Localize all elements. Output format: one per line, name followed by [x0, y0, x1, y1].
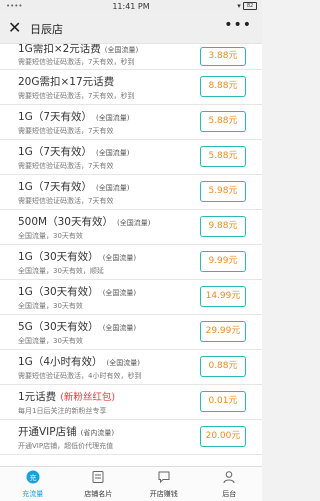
price-button[interactable]: 9.88元 [200, 216, 246, 237]
product-tag: (全国流量) [102, 289, 137, 297]
product-item: 1G需扣×2元话费 (全国流量) 需要短信验证码激活，7天有效，秒到 3.88元 [0, 44, 262, 70]
product-desc: 每月1日后关注的新粉丝专享 [18, 407, 107, 415]
price-button[interactable]: 20.00元 [200, 426, 246, 447]
charge-icon: 充 [26, 470, 40, 484]
bottom-tab-bar: 充 充流量 店铺名片 开店赚钱 后台 [0, 466, 262, 501]
product-tag: (全国流量) [102, 254, 137, 262]
product-desc: 开通VIP店铺，超低价代理充值 [18, 442, 114, 450]
tab-label: 店铺名片 [84, 490, 113, 498]
price-button[interactable]: 9.99元 [200, 251, 246, 272]
price-button[interactable]: 5.98元 [200, 181, 246, 202]
product-tag: (全国流量) [116, 219, 151, 227]
product-tag: (全国流量) [96, 114, 130, 122]
product-name: 20G需扣×17元话费 [18, 76, 115, 88]
tab-label: 开店赚钱 [149, 490, 178, 498]
product-tag: (全国流量) [102, 324, 137, 332]
status-right: ▾ 82 [237, 2, 257, 10]
product-list[interactable]: 1G需扣×2元话费 (全国流量) 需要短信验证码激活，7天有效，秒到 3.88元 … [0, 44, 262, 466]
product-name: 1元话费 (新粉丝红包) [18, 391, 116, 403]
price-button[interactable]: 3.88元 [200, 47, 246, 66]
product-name: 500M（30天有效） (全国流量) [18, 216, 151, 228]
close-icon[interactable]: ✕ [8, 18, 21, 37]
product-name: 1G（30天有效） (全国流量) [18, 286, 137, 298]
wifi-icon: ▾ [237, 2, 241, 10]
user-icon [223, 471, 235, 484]
product-item: 20G需扣×17元话费 需要短信验证码激活，7天有效，秒到 8.88元 [0, 70, 262, 105]
product-desc: 全国流量，30天有效 [18, 337, 83, 345]
product-desc: 需要短信验证码激活，7天有效 [18, 162, 114, 170]
product-desc: 需要短信验证码激活，7天有效，秒到 [18, 92, 135, 100]
price-button[interactable]: 0.88元 [200, 356, 246, 377]
product-tag: (全国流量) [96, 149, 130, 157]
product-name: 1G（30天有效） (全国流量) [18, 251, 137, 263]
price-button[interactable]: 14.99元 [200, 286, 246, 307]
product-item: 5G（30天有效） (全国流量) 全国流量，30天有效 29.99元 [0, 315, 262, 350]
card-icon [92, 471, 104, 483]
price-button[interactable]: 0.01元 [200, 391, 246, 412]
product-item: 1G（30天有效） (全国流量) 全国流量，30天有效 14.99元 [0, 280, 262, 315]
product-item: 1G（4小时有效） (全国流量) 需要短信验证码激活，4小时有效，秒到 0.88元 [0, 350, 262, 385]
product-desc: 需要短信验证码激活，4小时有效，秒到 [18, 372, 142, 380]
product-item: 1G（7天有效） (全国流量) 需要短信验证码激活，7天有效 5.88元 [0, 105, 262, 140]
product-tag: (全国流量) [96, 184, 130, 192]
product-item: 1G（7天有效） (全国流量) 需要短信验证码激活，7天有效 5.98元 [0, 175, 262, 210]
product-tag: (全国流量) [106, 359, 140, 367]
product-desc: 需要短信验证码激活，7天有效，秒到 [18, 58, 135, 66]
product-name: 1G（4小时有效） (全国流量) [18, 356, 140, 368]
new-fan-tag: (新粉丝红包) [60, 392, 116, 403]
tab-open-store[interactable]: 开店赚钱 [131, 467, 197, 501]
price-button[interactable]: 5.88元 [200, 146, 246, 167]
product-item: 开通VIP店铺 (省内流量) 开通VIP店铺，超低价代理充值 20.00元 [0, 420, 262, 455]
page-title: 日辰店 [30, 23, 63, 36]
product-name: 5G（30天有效） (全国流量) [18, 321, 137, 333]
tab-charge[interactable]: 充 充流量 [0, 467, 66, 501]
product-tag: (全国流量) [104, 46, 139, 54]
tab-label: 后台 [222, 490, 237, 498]
product-name: 1G（7天有效） (全国流量) [18, 146, 130, 158]
price-button[interactable]: 5.88元 [200, 111, 246, 132]
more-icon[interactable]: ••• [224, 17, 252, 33]
price-button[interactable]: 8.88元 [200, 76, 246, 97]
product-item: 500M（30天有效） (全国流量) 全国流量，30天有效 9.88元 [0, 210, 262, 245]
product-name: 1G（7天有效） (全国流量) [18, 181, 130, 193]
product-tag: (省内流量) [80, 429, 115, 437]
status-time: 11:41 PM [112, 2, 150, 11]
product-item: 1G（30天有效） (全国流量) 全国流量，30天有效，顺延 9.99元 [0, 245, 262, 280]
product-desc: 全国流量，30天有效，顺延 [18, 267, 104, 275]
battery-icon: 82 [243, 2, 257, 10]
product-desc: 需要短信验证码激活，7天有效 [18, 197, 114, 205]
tab-store-card[interactable]: 店铺名片 [66, 467, 132, 501]
price-button[interactable]: 29.99元 [200, 321, 246, 342]
product-item: 1G（7天有效） (全国流量) 需要短信验证码激活，7天有效 5.88元 [0, 140, 262, 175]
tab-backend[interactable]: 后台 [197, 467, 263, 501]
chat-icon [158, 471, 170, 484]
svg-text:充: 充 [29, 473, 36, 482]
nav-bar: ✕ 日辰店 ••• [0, 13, 262, 44]
product-item: 1元话费 (新粉丝红包) 每月1日后关注的新粉丝专享 0.01元 [0, 385, 262, 420]
product-name: 1G需扣×2元话费 (全国流量) [18, 44, 139, 55]
product-desc: 全国流量，30天有效 [18, 232, 83, 240]
status-bar: •••• 11:41 PM ▾ 82 [0, 0, 262, 13]
product-name: 1G（7天有效） (全国流量) [18, 111, 130, 123]
product-desc: 需要短信验证码激活，7天有效 [18, 127, 114, 135]
tab-label: 充流量 [22, 490, 44, 498]
product-desc: 全国流量，30天有效 [18, 302, 83, 310]
product-name: 开通VIP店铺 (省内流量) [18, 426, 115, 438]
